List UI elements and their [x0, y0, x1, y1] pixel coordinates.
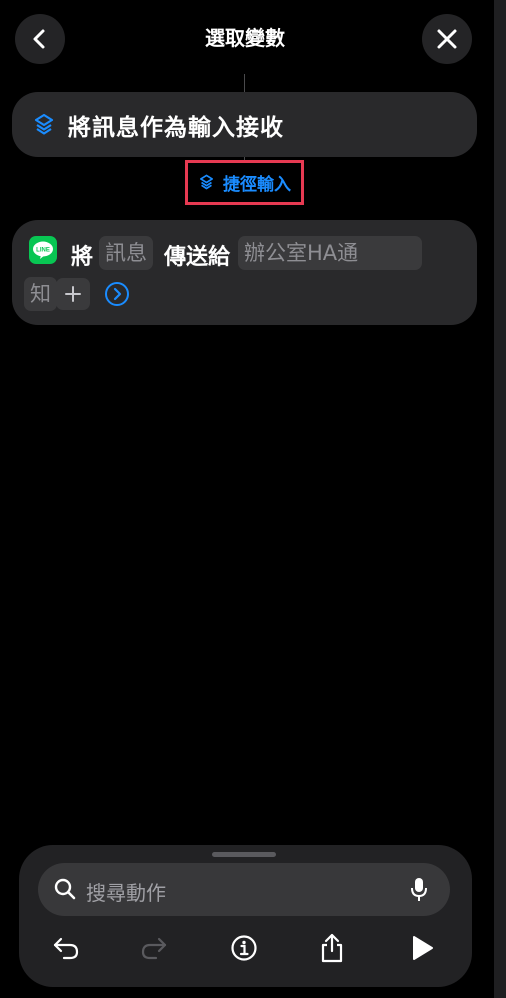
search-bar[interactable]: 搜尋動作 — [38, 863, 450, 916]
run-button[interactable] — [404, 930, 440, 966]
info-icon — [231, 935, 257, 961]
close-button[interactable] — [422, 14, 472, 64]
redo-icon — [141, 937, 167, 960]
shortcuts-icon — [199, 174, 214, 190]
share-button[interactable] — [314, 930, 350, 966]
redo-button[interactable] — [136, 930, 172, 966]
add-parameter-button[interactable] — [56, 278, 90, 310]
action-title: 將訊息作為輸入接收 — [68, 114, 284, 141]
shortcut-input-variable[interactable]: 捷徑輸入 — [185, 160, 304, 205]
share-icon — [321, 933, 343, 963]
action-word: 傳送給 — [164, 245, 231, 270]
connector-line — [244, 74, 245, 92]
shortcuts-icon — [34, 113, 54, 135]
undo-button[interactable] — [48, 930, 84, 966]
chevron-right-circle-icon — [105, 282, 129, 306]
target-token-continued[interactable]: 知 — [24, 277, 57, 311]
page-title: 選取變數 — [205, 26, 285, 50]
back-button[interactable] — [15, 14, 65, 64]
info-button[interactable] — [226, 930, 262, 966]
scrollbar-track — [494, 0, 506, 998]
action-word: 將 — [71, 245, 94, 270]
line-app-icon: LINE — [29, 236, 57, 264]
microphone-icon[interactable] — [410, 877, 428, 903]
panel-grabber[interactable] — [212, 852, 276, 857]
line-bubble-icon: LINE — [33, 241, 53, 259]
chevron-left-icon — [33, 29, 45, 49]
close-icon — [437, 29, 457, 49]
undo-icon — [53, 937, 79, 960]
show-more-button[interactable] — [104, 281, 130, 311]
target-token[interactable]: 辦公室HA通 — [238, 236, 422, 270]
search-icon — [54, 878, 76, 900]
plus-icon — [65, 286, 81, 302]
play-icon — [413, 936, 433, 960]
variable-label: 捷徑輸入 — [223, 175, 291, 195]
receive-input-action-card[interactable]: 將訊息作為輸入接收 — [12, 92, 477, 157]
line-logo-text: LINE — [36, 248, 50, 254]
search-input[interactable]: 搜尋動作 — [86, 877, 166, 906]
message-token[interactable]: 訊息 — [99, 236, 153, 270]
